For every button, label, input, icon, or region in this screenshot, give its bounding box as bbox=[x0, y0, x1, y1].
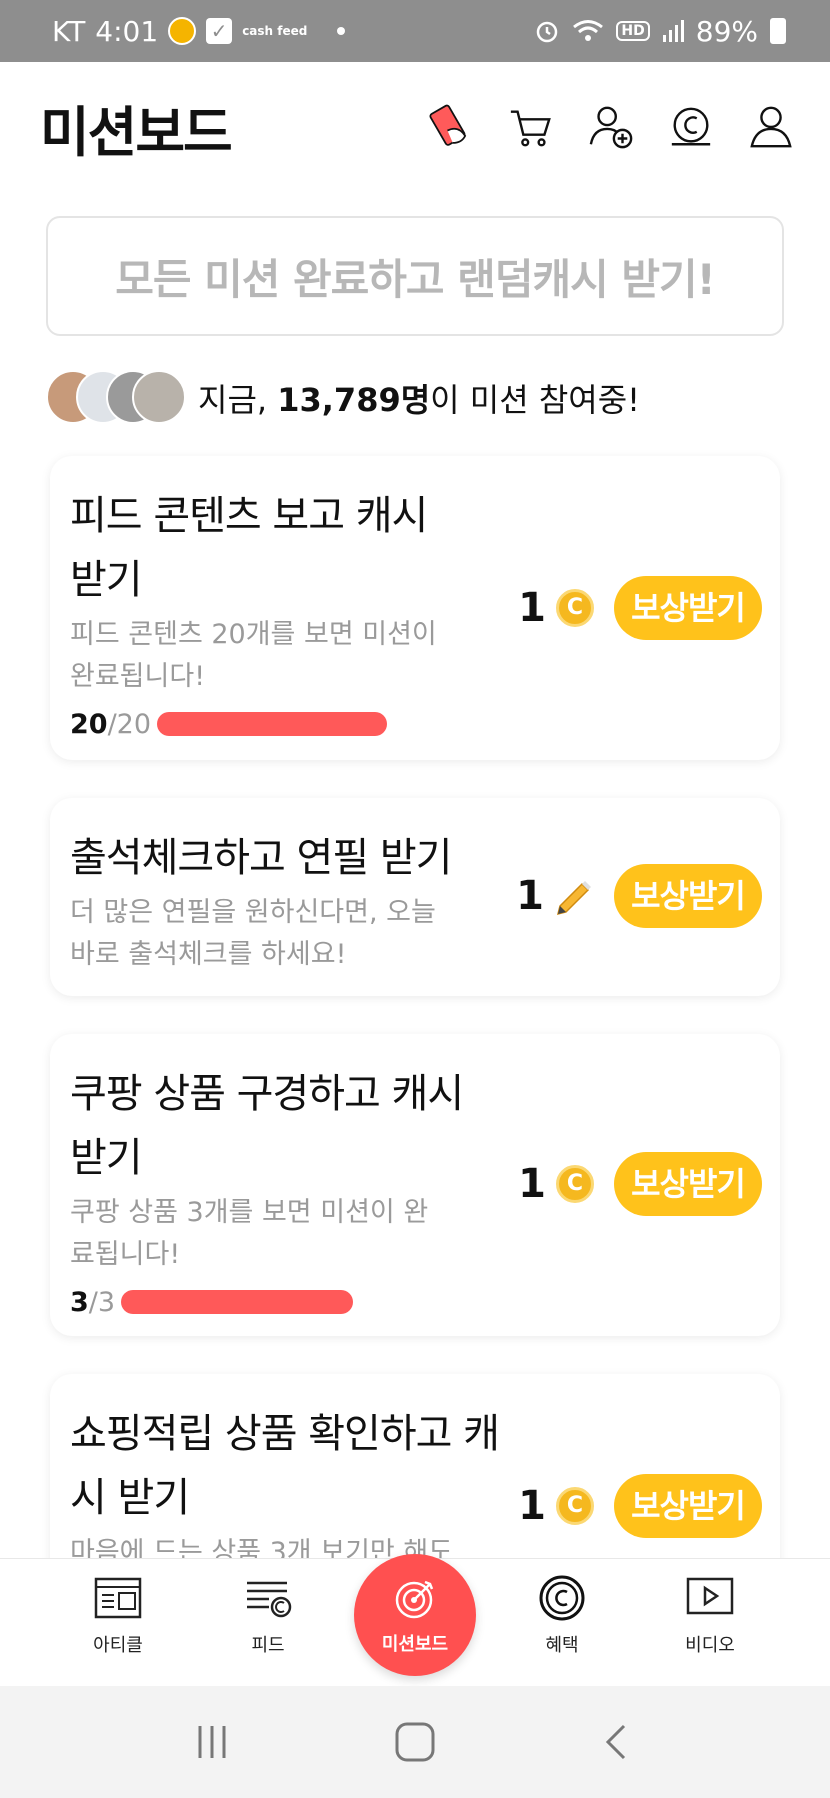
feed-icon bbox=[240, 1573, 296, 1623]
status-left: KT 4:01 ✓ cash feed bbox=[52, 15, 534, 48]
mission-title: 쿠팡 상품 구경하고 캐시받기 bbox=[70, 1071, 464, 1181]
participants-suffix: 이 미션 참여중! bbox=[430, 381, 640, 419]
recent-apps-button[interactable] bbox=[182, 1712, 242, 1772]
claim-reward-button[interactable]: 보상받기 bbox=[614, 576, 762, 640]
carrier-label: KT bbox=[52, 14, 86, 48]
avatar bbox=[132, 370, 186, 424]
alarm-icon bbox=[534, 18, 560, 44]
progress-current: 3 bbox=[70, 1286, 89, 1318]
battery-icon bbox=[770, 18, 786, 44]
back-button[interactable] bbox=[588, 1712, 648, 1772]
mission-progress: 20/20 bbox=[70, 704, 500, 744]
video-icon bbox=[682, 1573, 738, 1623]
profile-icon[interactable] bbox=[748, 104, 794, 150]
signal-icon bbox=[662, 19, 684, 43]
progress-label: 3/3 bbox=[70, 1287, 115, 1318]
nav-item-benefit[interactable]: 혜택 bbox=[502, 1573, 622, 1657]
mission-reward: 1 C 보상받기 bbox=[518, 1152, 762, 1216]
add-friend-icon[interactable] bbox=[588, 104, 634, 150]
reward-count: 1 bbox=[518, 1161, 546, 1207]
mission-title: 출석체크하고 연필 받기 bbox=[70, 835, 452, 881]
participants-prefix: 지금, bbox=[198, 381, 278, 419]
checkbox-notification-icon: ✓ bbox=[206, 18, 233, 44]
system-nav-bar bbox=[0, 1686, 830, 1798]
more-notifications-dot-icon bbox=[337, 27, 346, 35]
benefit-icon bbox=[534, 1573, 590, 1623]
nav-label: 비디오 bbox=[685, 1635, 735, 1656]
nav-label: 미션보드 bbox=[381, 1634, 449, 1655]
claim-reward-button[interactable]: 보상받기 bbox=[614, 1474, 762, 1538]
nav-item-video[interactable]: 비디오 bbox=[650, 1573, 770, 1657]
mission-body: 쇼핑적립 상품 확인하고 캐시 받기 마음에 드는 상품 3개 보기만 해도 bbox=[70, 1402, 500, 1574]
target-icon bbox=[387, 1574, 443, 1624]
participant-avatars bbox=[46, 370, 186, 426]
home-button[interactable] bbox=[385, 1712, 445, 1772]
banner-text: 모든 미션 완료하고 랜덤캐시 받기! bbox=[115, 254, 716, 304]
mission-description: 더 많은 연필을 원하신다면, 오늘 바로 출석체크를 하세요! bbox=[70, 897, 436, 970]
mission-body: 피드 콘텐츠 보고 캐시 받기 피드 콘텐츠 20개를 보면 미션이 완료됩니다… bbox=[70, 484, 500, 744]
header-actions bbox=[428, 104, 794, 150]
progress-current: 20 bbox=[70, 708, 108, 740]
mission-body: 출석체크하고 연필 받기 더 많은 연필을 원하신다면, 오늘 바로 출석체크를… bbox=[70, 826, 500, 976]
page-title: 미션보드 bbox=[40, 100, 233, 164]
reward-count: 1 bbox=[518, 585, 546, 631]
mission-body: 쿠팡 상품 구경하고 캐시받기 쿠팡 상품 3개를 보면 미션이 완료됩니다! … bbox=[70, 1062, 500, 1322]
nav-item-article[interactable]: 아티클 bbox=[58, 1573, 178, 1657]
progress-label: 20/20 bbox=[70, 709, 151, 740]
status-bar: KT 4:01 ✓ cash feed HD 89% bbox=[0, 0, 830, 62]
nav-item-missionboard[interactable]: 미션보드 bbox=[354, 1554, 476, 1676]
mission-title: 피드 콘텐츠 보고 캐시 받기 bbox=[70, 493, 428, 603]
mission-progress: 3/3 bbox=[70, 1282, 500, 1322]
progress-total: /20 bbox=[107, 708, 152, 740]
participants-row: 지금, 13,789명이 미션 참여중! bbox=[46, 368, 640, 428]
status-right: HD 89% bbox=[534, 15, 786, 48]
mission-card[interactable]: 출석체크하고 연필 받기 더 많은 연필을 원하신다면, 오늘 바로 출석체크를… bbox=[50, 798, 780, 996]
reward-count: 1 bbox=[518, 1483, 546, 1529]
coin-icon: C bbox=[556, 589, 594, 627]
random-cash-banner[interactable]: 모든 미션 완료하고 랜덤캐시 받기! bbox=[46, 216, 784, 336]
nav-item-feed[interactable]: 피드 bbox=[208, 1573, 328, 1657]
participants-text: 지금, 13,789명이 미션 참여중! bbox=[198, 375, 640, 421]
mission-title: 쇼핑적립 상품 확인하고 캐시 받기 bbox=[70, 1411, 500, 1521]
mission-card[interactable]: 피드 콘텐츠 보고 캐시 받기 피드 콘텐츠 20개를 보면 미션이 완료됩니다… bbox=[50, 456, 780, 760]
participants-count: 13,789명 bbox=[277, 381, 431, 419]
article-icon bbox=[90, 1573, 146, 1623]
pencil-icon bbox=[554, 876, 594, 916]
nav-label: 혜택 bbox=[545, 1635, 579, 1656]
battery-percent: 89% bbox=[695, 14, 758, 48]
claim-reward-button[interactable]: 보상받기 bbox=[614, 1152, 762, 1216]
progress-bar bbox=[121, 1290, 354, 1314]
app-notification-icon bbox=[168, 17, 197, 45]
progress-total: /3 bbox=[88, 1286, 116, 1318]
reward-count: 1 bbox=[516, 873, 544, 919]
clock: 4:01 bbox=[95, 14, 159, 48]
mission-description: 피드 콘텐츠 20개를 보면 미션이 완료됩니다! bbox=[70, 619, 437, 692]
wifi-icon bbox=[572, 18, 604, 44]
mission-reward: 1 보상받기 bbox=[516, 864, 762, 928]
phone-icon[interactable] bbox=[428, 104, 474, 150]
coin-icon: C bbox=[556, 1165, 594, 1203]
cashfeed-notification-icon: cash feed bbox=[242, 24, 308, 38]
mission-description: 쿠팡 상품 3개를 보면 미션이 완료됩니다! bbox=[70, 1197, 429, 1270]
app-header: 미션보드 bbox=[0, 62, 830, 192]
claim-reward-button[interactable]: 보상받기 bbox=[614, 864, 762, 928]
cash-icon[interactable] bbox=[668, 104, 714, 150]
nav-label: 피드 bbox=[251, 1635, 285, 1656]
coin-icon: C bbox=[556, 1487, 594, 1525]
progress-bar bbox=[157, 712, 388, 736]
nav-label: 아티클 bbox=[93, 1635, 143, 1656]
cart-icon[interactable] bbox=[508, 104, 554, 150]
mission-reward: 1 C 보상받기 bbox=[518, 1474, 762, 1538]
hd-voice-icon: HD bbox=[616, 21, 650, 41]
mission-reward: 1 C 보상받기 bbox=[518, 576, 762, 640]
mission-card[interactable]: 쿠팡 상품 구경하고 캐시받기 쿠팡 상품 3개를 보면 미션이 완료됩니다! … bbox=[50, 1034, 780, 1336]
